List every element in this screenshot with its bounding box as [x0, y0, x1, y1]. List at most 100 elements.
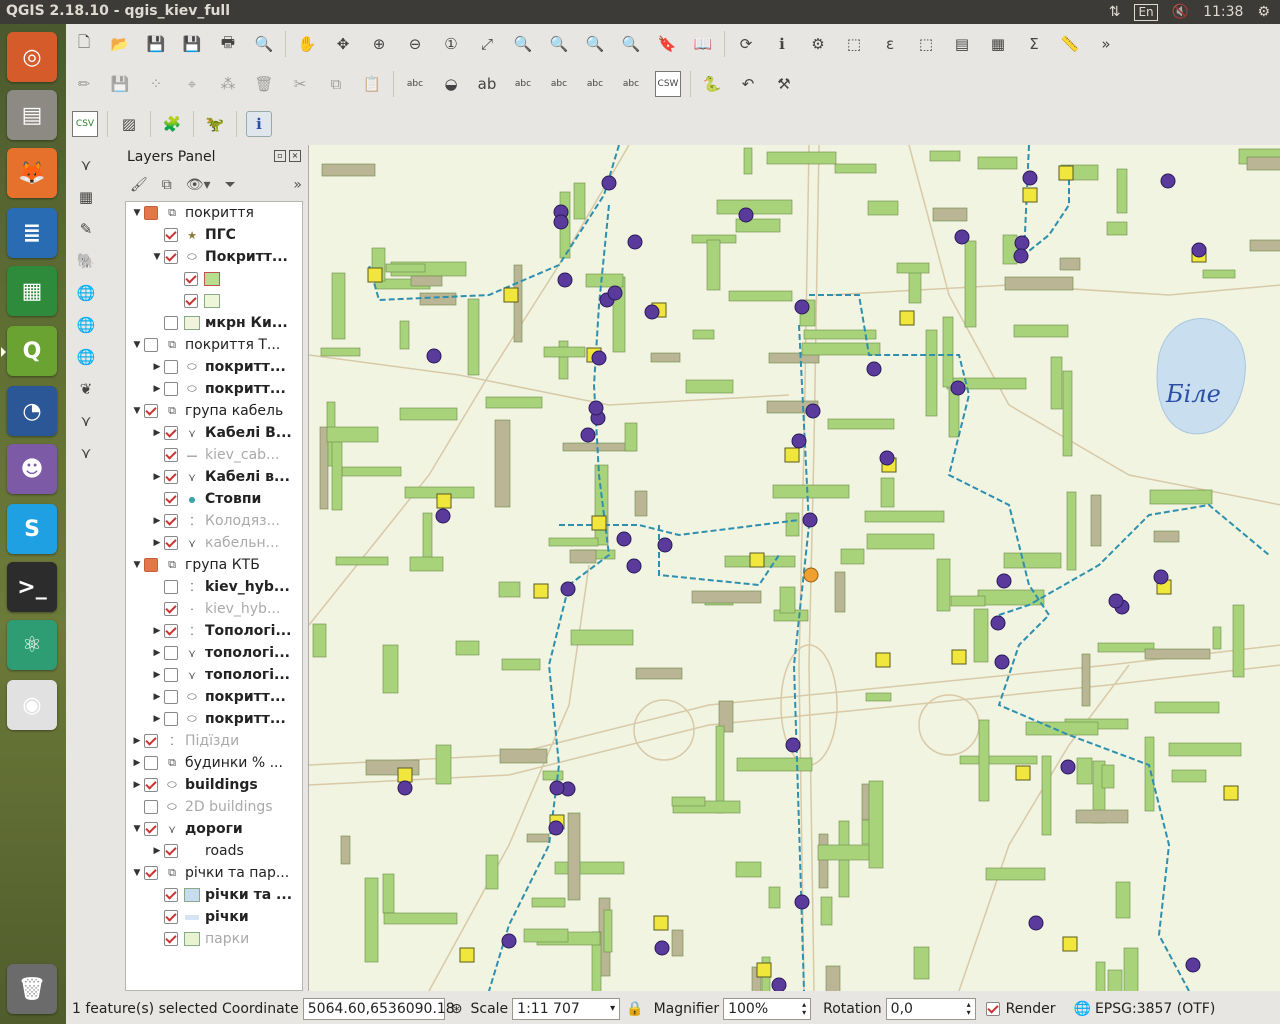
new-shapefile-icon[interactable]: ⋎ — [74, 409, 98, 433]
volume-muted-icon[interactable]: 🔇 — [1172, 4, 1189, 20]
layer-tree-row[interactable]: ▶ ⁚ Топологі... — [126, 620, 302, 642]
layer-visibility-checkbox[interactable] — [144, 734, 158, 748]
csv-icon[interactable]: CSV — [72, 111, 98, 137]
scale-combobox[interactable]: 1:11 707 ▾ — [512, 997, 621, 1020]
toggle-editing-icon[interactable]: ✏ — [72, 72, 96, 96]
label-show-hide-icon[interactable]: abc — [511, 72, 535, 96]
layer-tree-row[interactable]: ▶ ⬭ покритт... — [126, 378, 302, 400]
layer-tree-row[interactable]: парки — [126, 928, 302, 950]
layer-tree-row[interactable]: ▼ ⧉ покриття Т... — [126, 334, 302, 356]
layer-tree-row[interactable]: ★ ПГС — [126, 224, 302, 246]
expand-arrow-icon[interactable]: ▼ — [130, 406, 144, 416]
plugin-icon[interactable]: 🧩 — [160, 112, 184, 136]
open-project-icon[interactable]: 📂 — [108, 32, 132, 56]
layer-visibility-checkbox[interactable] — [164, 250, 178, 264]
visibility-icon[interactable]: 👁▾ — [186, 177, 211, 193]
layer-visibility-checkbox[interactable] — [144, 206, 158, 220]
expand-arrow-icon[interactable]: ▶ — [130, 736, 144, 746]
save-project-icon[interactable]: 💾 — [144, 32, 168, 56]
expand-arrow-icon[interactable]: ▶ — [150, 692, 164, 702]
launcher-atom-icon[interactable]: ⚛ — [7, 620, 57, 670]
layer-tree-row[interactable]: ▶ ⋎ топологі... — [126, 664, 302, 686]
layer-visibility-checkbox[interactable] — [164, 448, 178, 462]
expand-arrow-icon[interactable]: ▶ — [130, 758, 144, 768]
layer-visibility-checkbox[interactable] — [144, 778, 158, 792]
layer-visibility-checkbox[interactable] — [164, 382, 178, 396]
add-wms-layer-icon[interactable]: 🌐 — [74, 281, 98, 305]
layer-visibility-checkbox[interactable] — [184, 272, 198, 286]
layer-tree-row[interactable]: ⁚ kiev_hyb... — [126, 576, 302, 598]
add-group-icon[interactable]: ⧉ — [162, 177, 172, 193]
deselect-icon[interactable]: ⬚ — [914, 32, 938, 56]
layer-visibility-checkbox[interactable] — [164, 580, 178, 594]
expand-arrow-icon[interactable]: ▶ — [150, 516, 164, 526]
cut-icon[interactable]: ✂ — [288, 72, 312, 96]
expand-arrow-icon[interactable]: ▼ — [130, 340, 144, 350]
add-delimited-text-icon[interactable]: ❦ — [74, 377, 98, 401]
layer-visibility-checkbox[interactable] — [144, 404, 158, 418]
identify-icon[interactable]: ℹ — [770, 32, 794, 56]
layer-tree-row[interactable]: ▶ roads — [126, 840, 302, 862]
expand-arrow-icon[interactable]: ▶ — [150, 846, 164, 856]
label-rotate-icon[interactable]: abc — [583, 72, 607, 96]
clock[interactable]: 11:38 — [1203, 4, 1243, 20]
expand-arrow-icon[interactable]: ▶ — [150, 538, 164, 548]
add-wcs-layer-icon[interactable]: 🌐 — [74, 313, 98, 337]
style-manager-icon[interactable]: 🖌 — [130, 177, 148, 193]
new-print-composer-icon[interactable]: 🖶 — [216, 32, 240, 56]
pan-to-selection-icon[interactable]: ✥ — [331, 32, 355, 56]
expand-arrow-icon[interactable]: ▼ — [150, 252, 164, 262]
info-icon[interactable]: ℹ — [246, 111, 272, 137]
layer-tree-row[interactable]: ▶ ⋎ топологі... — [126, 642, 302, 664]
zoom-in-icon[interactable]: ⊕ — [367, 32, 391, 56]
add-feature-icon[interactable]: ⁘ — [144, 72, 168, 96]
render-checkbox[interactable] — [985, 1001, 1000, 1016]
launcher-qgis-icon[interactable]: Q — [1, 326, 57, 376]
layer-tree-row[interactable]: ▶ ⬭ покритт... — [126, 708, 302, 730]
attribute-table-icon[interactable]: ▤ — [950, 32, 974, 56]
keyboard-layout-indicator[interactable]: En — [1134, 3, 1158, 21]
layer-tree-row[interactable]: ▶ ⋎ Кабелі В... — [126, 422, 302, 444]
statistics-sum-icon[interactable]: Σ — [1022, 32, 1046, 56]
layer-tree-row[interactable]: ▶ ⬭ buildings — [126, 774, 302, 796]
label-tool-icon[interactable]: abc — [403, 72, 427, 96]
layer-tree-row[interactable]: ▶ ⬭ покритт... — [126, 356, 302, 378]
expand-arrow-icon[interactable]: ▶ — [150, 626, 164, 636]
launcher-skype-icon[interactable]: S — [7, 504, 57, 554]
toggle-extents-icon[interactable]: ⊛ — [451, 1001, 463, 1017]
add-spatialite-layer-icon[interactable]: ✎ — [74, 217, 98, 241]
label-change-icon[interactable]: abc — [619, 72, 643, 96]
layer-visibility-checkbox[interactable] — [164, 316, 178, 330]
layer-visibility-checkbox[interactable] — [164, 602, 178, 616]
map-canvas[interactable]: Біле — [308, 145, 1280, 991]
layer-tree-row[interactable]: ▼ ⧉ група КТБ — [126, 554, 302, 576]
expand-arrow-icon[interactable]: ▶ — [150, 472, 164, 482]
refresh-icon[interactable]: ⟳ — [734, 32, 758, 56]
python-console-icon[interactable]: 🐍 — [700, 72, 724, 96]
layer-visibility-checkbox[interactable] — [144, 822, 158, 836]
crs-button[interactable]: EPSG:3857 (OTF) — [1095, 1001, 1215, 1017]
new-spatialite-icon[interactable]: ⋎ — [74, 441, 98, 465]
save-as-icon[interactable]: 💾 — [180, 32, 204, 56]
settings-gear-icon[interactable]: ⚙ — [1257, 4, 1270, 20]
launcher-calc-icon[interactable]: ▦ — [7, 266, 57, 316]
lock-scale-icon[interactable]: 🔒 — [626, 1001, 643, 1017]
expand-arrow-icon[interactable]: ▶ — [150, 670, 164, 680]
dino-plugin-icon[interactable]: 🦖 — [203, 112, 227, 136]
add-vector-layer-icon[interactable]: ⋎ — [74, 153, 98, 177]
network-transfer-icon[interactable]: ⇅ — [1109, 4, 1121, 20]
zoom-out-icon[interactable]: ⊖ — [403, 32, 427, 56]
delete-selected-icon[interactable]: 🗑 — [252, 72, 276, 96]
layer-visibility-checkbox[interactable] — [164, 360, 178, 374]
copy-icon[interactable]: ⧉ — [324, 72, 348, 96]
layer-visibility-checkbox[interactable] — [164, 690, 178, 704]
layer-tree-row[interactable]: ▼ ⧉ покриття — [126, 202, 302, 224]
close-panel-icon[interactable]: × — [289, 150, 301, 162]
expand-arrow-icon[interactable]: ▼ — [130, 824, 144, 834]
move-feature-icon[interactable]: ⌖ — [180, 72, 204, 96]
show-bookmarks-icon[interactable]: 📖 — [691, 32, 715, 56]
zoom-native-icon[interactable]: ① — [439, 32, 463, 56]
expand-arrow-icon[interactable]: ▶ — [150, 714, 164, 724]
layer-visibility-checkbox[interactable] — [144, 866, 158, 880]
pan-icon[interactable]: ✋ — [295, 32, 319, 56]
